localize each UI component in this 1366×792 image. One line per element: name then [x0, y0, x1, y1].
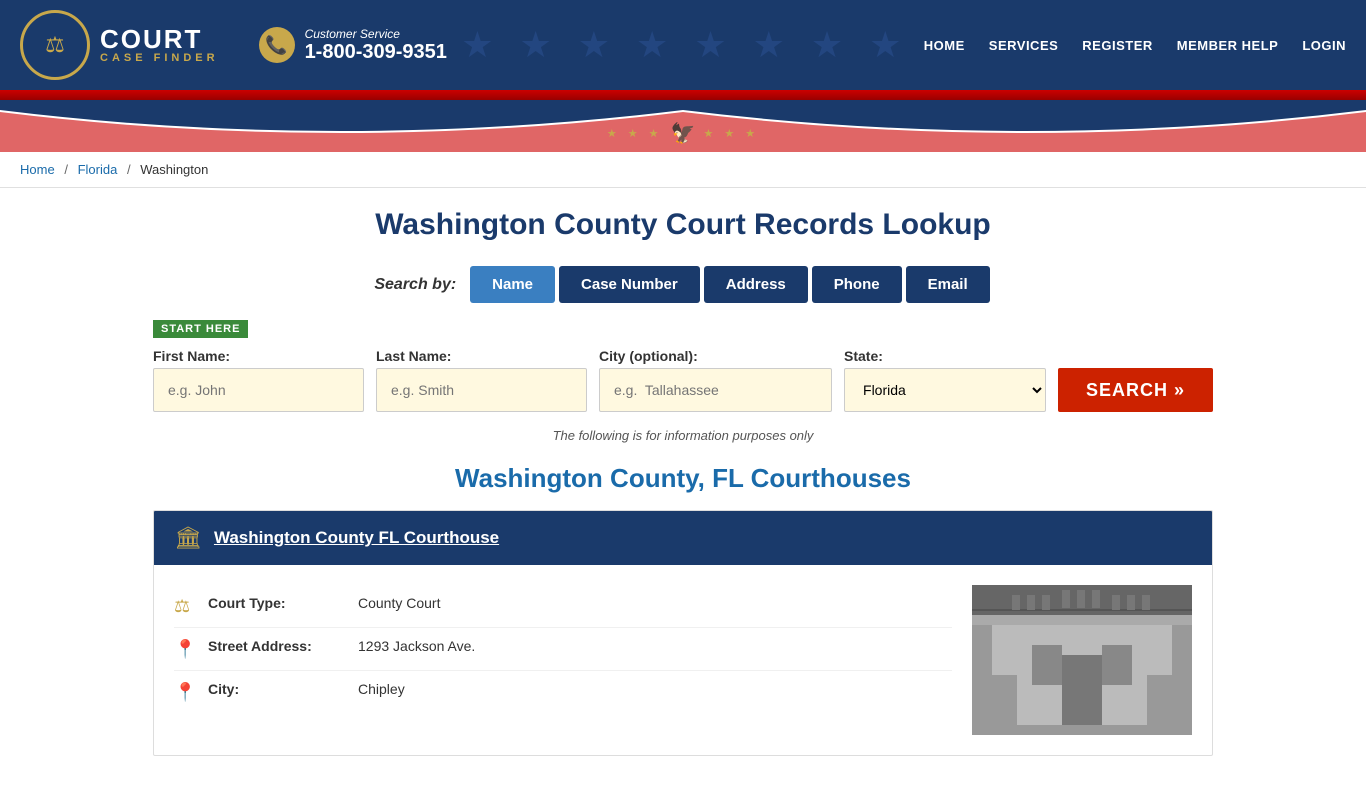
- courthouse-details: ⚖ Court Type: County Court 📍 Street Addr…: [174, 585, 952, 735]
- state-group: State: Florida Alabama Alaska Arizona Ar…: [844, 348, 1046, 412]
- header-stars-decoration: ★ ★ ★ ★ ★ ★ ★ ★: [447, 10, 924, 80]
- eagle-banner: ★ ★ ★ 🦅 ★ ★ ★: [0, 100, 1366, 152]
- courthouse-photo: [972, 585, 1192, 735]
- nav-member-help[interactable]: MEMBER HELP: [1177, 38, 1279, 53]
- logo-case-finder-text: CASE FINDER: [100, 52, 219, 64]
- customer-service: 📞 Customer Service 1-800-309-9351: [259, 27, 447, 64]
- main-nav: HOME SERVICES REGISTER MEMBER HELP LOGIN: [924, 38, 1346, 53]
- courthouse-icon: 🏛: [174, 525, 202, 551]
- detail-court-type: ⚖ Court Type: County Court: [174, 585, 952, 628]
- red-banner: [0, 90, 1366, 100]
- courthouse-image: [972, 585, 1192, 735]
- detail-street: 📍 Street Address: 1293 Jackson Ave.: [174, 628, 952, 671]
- breadcrumb-home[interactable]: Home: [20, 162, 55, 177]
- breadcrumb-florida[interactable]: Florida: [78, 162, 118, 177]
- logo-area: ⚖ COURT CASE FINDER: [20, 10, 219, 80]
- tab-email[interactable]: Email: [906, 266, 990, 303]
- court-type-label: Court Type:: [208, 595, 348, 611]
- first-name-label: First Name:: [153, 348, 364, 364]
- nav-login[interactable]: LOGIN: [1302, 38, 1346, 53]
- page-title: Washington County Court Records Lookup: [153, 208, 1213, 242]
- info-note: The following is for information purpose…: [153, 428, 1213, 443]
- tab-phone[interactable]: Phone: [812, 266, 902, 303]
- eagle-stars-right: ★ ★ ★: [703, 127, 759, 140]
- city-label-detail: City:: [208, 681, 348, 697]
- state-label: State:: [844, 348, 1046, 364]
- last-name-label: Last Name:: [376, 348, 587, 364]
- breadcrumb-current: Washington: [140, 162, 208, 177]
- cs-label: Customer Service: [305, 27, 447, 41]
- last-name-input[interactable]: [376, 368, 587, 412]
- logo-text: COURT CASE FINDER: [100, 26, 219, 64]
- search-button[interactable]: SEARCH »: [1058, 368, 1213, 412]
- start-badge: START HERE: [153, 320, 248, 338]
- detail-city-partial: 📍 City: Chipley: [174, 671, 952, 713]
- phone-icon: 📞: [259, 27, 295, 63]
- city-group: City (optional):: [599, 348, 832, 412]
- courthouse-header: 🏛 Washington County FL Courthouse: [154, 511, 1212, 565]
- breadcrumb: Home / Florida / Washington: [0, 152, 1366, 188]
- street-label: Street Address:: [208, 638, 348, 654]
- tab-name[interactable]: Name: [470, 266, 555, 303]
- state-select[interactable]: Florida Alabama Alaska Arizona Arkansas …: [844, 368, 1046, 412]
- site-header: ⚖ COURT CASE FINDER 📞 Customer Service 1…: [0, 0, 1366, 90]
- courthouses-title: Washington County, FL Courthouses: [153, 463, 1213, 494]
- courthouse-name-link[interactable]: Washington County FL Courthouse: [214, 528, 499, 548]
- form-row: First Name: Last Name: City (optional): …: [153, 348, 1213, 412]
- city-value-detail: Chipley: [358, 681, 405, 697]
- city-icon: 📍: [174, 682, 198, 703]
- search-form-area: START HERE First Name: Last Name: City (…: [153, 319, 1213, 412]
- nav-register[interactable]: REGISTER: [1082, 38, 1152, 53]
- location-icon: 📍: [174, 639, 198, 660]
- city-label: City (optional):: [599, 348, 832, 364]
- nav-services[interactable]: SERVICES: [989, 38, 1059, 53]
- court-type-value: County Court: [358, 595, 440, 611]
- street-value: 1293 Jackson Ave.: [358, 638, 475, 654]
- courthouse-body: ⚖ Court Type: County Court 📍 Street Addr…: [154, 565, 1212, 755]
- courthouse-card: 🏛 Washington County FL Courthouse ⚖ Cour…: [153, 510, 1213, 756]
- court-type-icon: ⚖: [174, 596, 198, 617]
- first-name-input[interactable]: [153, 368, 364, 412]
- logo-icon: ⚖: [20, 10, 90, 80]
- logo-court-text: COURT: [100, 26, 219, 52]
- search-by-row: Search by: Name Case Number Address Phon…: [153, 266, 1213, 303]
- cs-phone: 1-800-309-9351: [305, 41, 447, 64]
- nav-home[interactable]: HOME: [924, 38, 965, 53]
- city-input[interactable]: [599, 368, 832, 412]
- eagle-stars-left: ★ ★ ★: [607, 127, 663, 140]
- first-name-group: First Name:: [153, 348, 364, 412]
- tab-address[interactable]: Address: [704, 266, 808, 303]
- last-name-group: Last Name:: [376, 348, 587, 412]
- main-content: Washington County Court Records Lookup S…: [133, 188, 1233, 792]
- eagle-icon: 🦅: [671, 121, 696, 146]
- search-by-label: Search by:: [374, 276, 456, 294]
- tab-case-number[interactable]: Case Number: [559, 266, 700, 303]
